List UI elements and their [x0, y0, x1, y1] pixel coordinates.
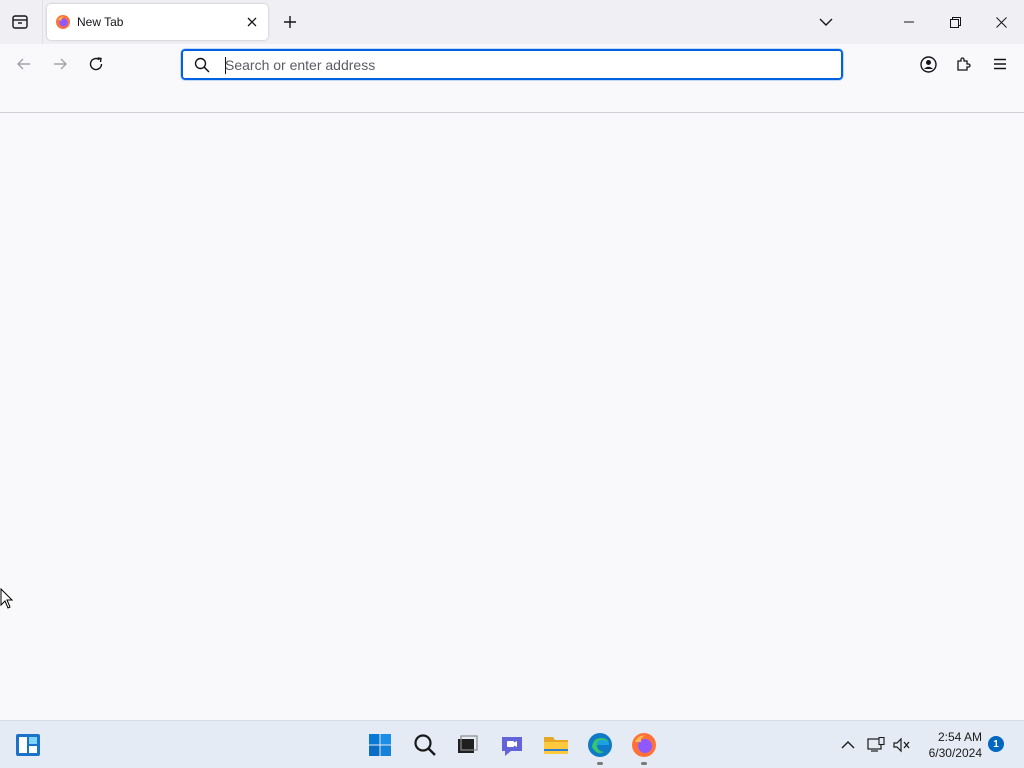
extensions-icon	[957, 57, 971, 71]
close-icon	[247, 17, 257, 27]
task-view-button[interactable]	[451, 729, 483, 761]
account-icon	[919, 55, 937, 73]
search-icon	[194, 57, 210, 73]
tab-strip: New Tab	[0, 0, 1024, 44]
forward-arrow-icon	[54, 58, 67, 70]
firefox-view-button[interactable]	[4, 6, 36, 38]
restore-button[interactable]	[932, 0, 978, 44]
running-indicator	[641, 762, 647, 765]
navigation-toolbar	[0, 44, 1024, 85]
back-arrow-icon	[17, 58, 30, 70]
mouse-cursor-icon	[0, 588, 14, 609]
chat-icon	[502, 737, 522, 756]
clock-date: 6/30/2024	[928, 746, 982, 760]
text-caret	[225, 57, 226, 74]
chevron-up-icon	[841, 741, 855, 749]
taskbar: 2:54 AM 6/30/2024	[0, 720, 1024, 768]
tab-new-tab[interactable]: New Tab	[47, 4, 268, 40]
window-close-button[interactable]	[978, 0, 1024, 44]
task-view-icon	[458, 735, 478, 753]
minimize-icon	[904, 21, 914, 23]
tab-close-button[interactable]	[242, 12, 262, 32]
firefox-taskbar-button[interactable]	[628, 729, 660, 765]
page-content[interactable]	[0, 113, 1024, 720]
tab-strip-separator	[42, 0, 43, 44]
network-button[interactable]	[866, 735, 886, 755]
chevron-down-icon	[819, 18, 833, 26]
new-tab-button[interactable]	[274, 6, 306, 38]
forward-button[interactable]	[44, 48, 76, 80]
widgets-button[interactable]	[12, 729, 44, 761]
edge-button[interactable]	[584, 729, 616, 765]
widgets-icon	[16, 734, 40, 756]
taskbar-search-button[interactable]	[409, 729, 441, 761]
hamburger-menu-icon	[994, 58, 1006, 70]
start-button[interactable]	[364, 729, 396, 761]
reload-icon	[89, 57, 103, 71]
search-icon	[414, 734, 436, 756]
minimize-button[interactable]	[886, 0, 932, 44]
file-explorer-icon	[544, 737, 568, 754]
clock-time: 2:54 AM	[937, 730, 982, 744]
firefox-view-icon	[12, 15, 28, 29]
firefox-icon	[632, 733, 656, 757]
running-indicator	[597, 762, 603, 765]
tab-title: New Tab	[77, 15, 124, 29]
back-button[interactable]	[8, 48, 40, 80]
firefox-icon	[56, 15, 70, 29]
file-explorer-button[interactable]	[540, 729, 572, 761]
network-icon	[867, 737, 885, 752]
address-bar[interactable]	[180, 48, 844, 81]
plus-icon	[284, 16, 296, 28]
app-menu-button[interactable]	[984, 48, 1016, 80]
start-icon	[369, 734, 391, 756]
show-hidden-icons-button[interactable]	[838, 735, 858, 755]
system-clock[interactable]: 2:54 AM 6/30/2024	[916, 729, 982, 761]
address-input[interactable]	[225, 53, 825, 77]
extensions-button[interactable]	[948, 48, 980, 80]
account-button[interactable]	[912, 48, 944, 80]
edge-icon	[588, 733, 612, 757]
restore-icon	[949, 16, 961, 28]
reload-button[interactable]	[80, 48, 112, 80]
volume-button[interactable]	[892, 735, 912, 755]
notification-badge[interactable]: 1	[988, 736, 1004, 752]
chat-button[interactable]	[496, 729, 528, 761]
close-icon	[995, 16, 1007, 28]
volume-muted-icon	[893, 737, 910, 753]
list-all-tabs-button[interactable]	[810, 6, 842, 38]
